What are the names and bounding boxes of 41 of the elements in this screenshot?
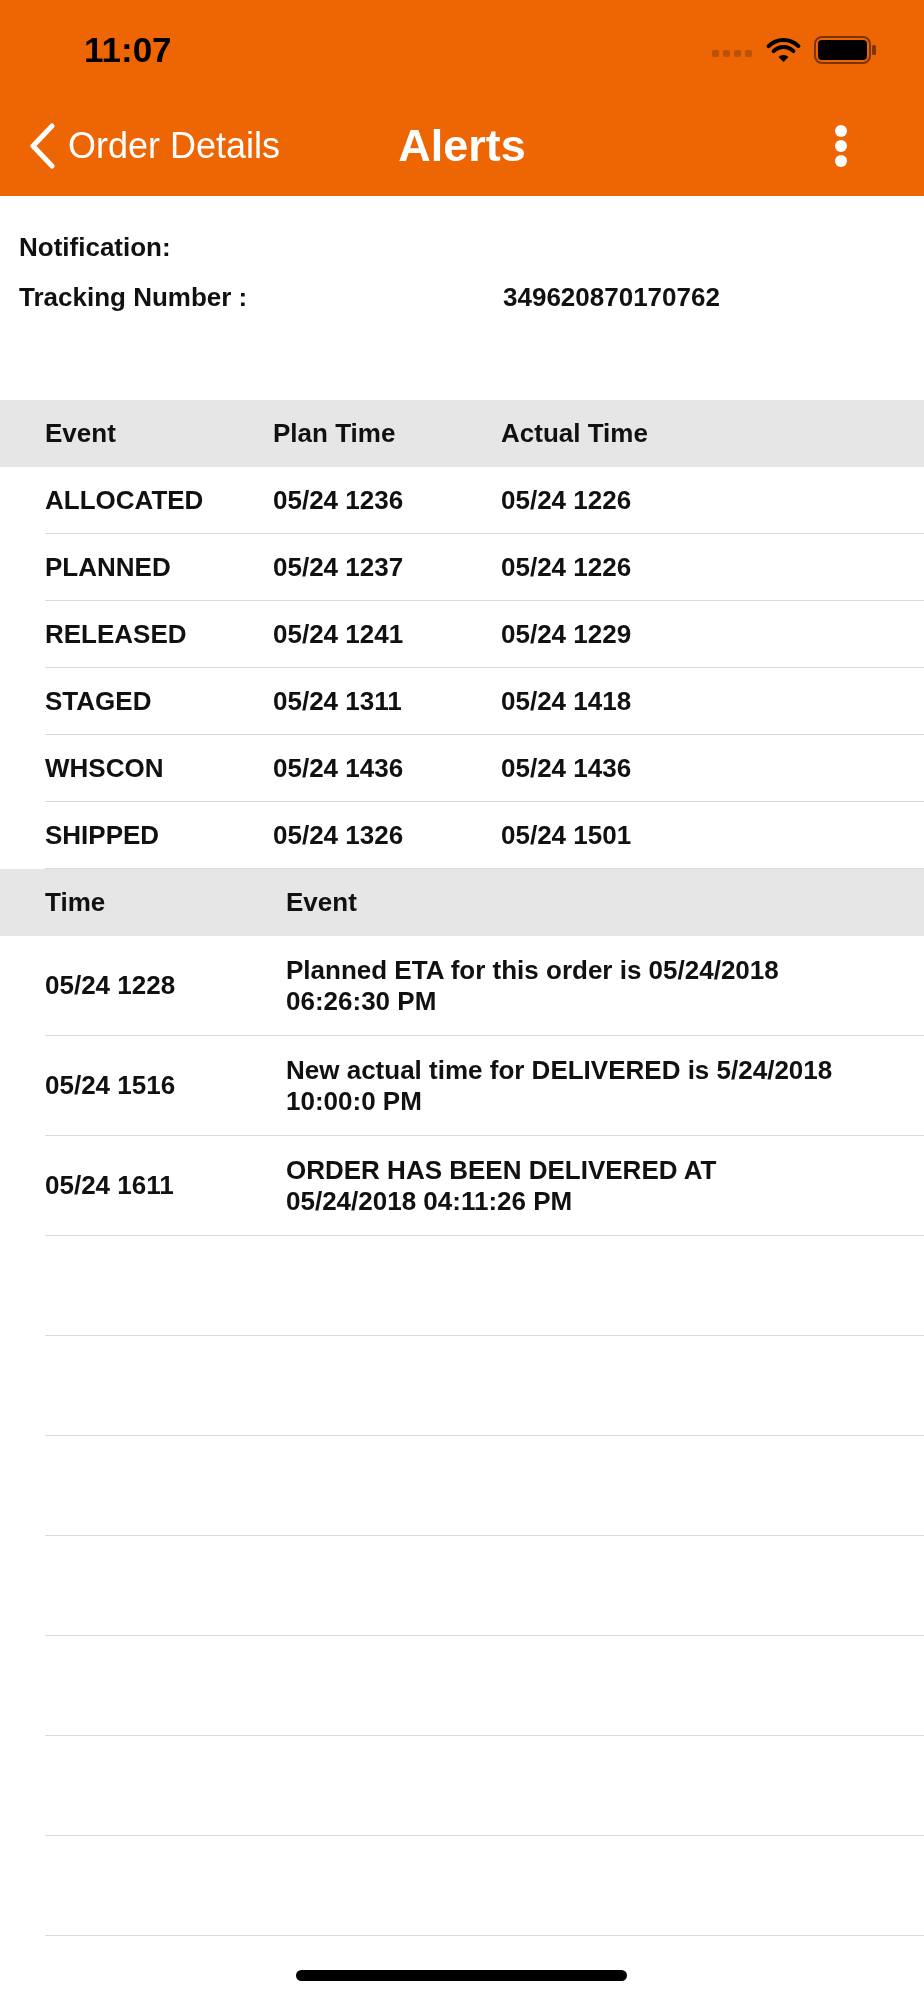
chevron-left-icon xyxy=(28,122,56,169)
status-time: 11:07 xyxy=(84,29,172,70)
back-button[interactable]: Order Details xyxy=(0,122,281,169)
table-cell: 05/24 1237 xyxy=(273,551,404,583)
table-cell: RELEASED xyxy=(45,618,187,650)
table-cell: 05/24 1228 xyxy=(45,970,176,1001)
signal-icon xyxy=(712,50,752,57)
table-cell: 05/24 1436 xyxy=(273,752,404,784)
table-cell: 05/24 1241 xyxy=(273,618,404,650)
more-button[interactable] xyxy=(834,123,848,168)
detail-label: Tracking Number : xyxy=(19,281,248,313)
table-cell: STAGED xyxy=(45,685,152,717)
table-cell: 05/24 1516 xyxy=(45,1070,176,1101)
table-cell-text: Planned ETA for this order is 05/24/2018 06:26:30 PM xyxy=(286,954,780,1017)
table-cell: 05/24 1611 xyxy=(45,1170,174,1201)
table-cell: SHIPPED xyxy=(45,819,160,851)
column-header: Event xyxy=(286,887,357,918)
table-cell: WHSCON xyxy=(45,752,164,784)
detail-value: 349620870170762 xyxy=(503,281,720,313)
page-title: Alerts xyxy=(398,118,526,173)
column-header: Actual Time xyxy=(501,418,648,449)
column-header: Plan Time xyxy=(273,418,396,449)
table-cell: PLANNED xyxy=(45,551,171,583)
table-cell: 05/24 1226 xyxy=(501,551,632,583)
column-header: Time xyxy=(45,887,106,918)
table-cell: New actual time for DELIVERED is 5/24/2018 10:00:0 PM xyxy=(286,1054,834,1117)
wifi-icon xyxy=(765,36,802,63)
table-cell-text: ORDER HAS BEEN DELIVERED AT 05/24/2018 04:11:26 PM xyxy=(286,1154,718,1217)
table-cell: 05/24 1436 xyxy=(501,752,632,784)
table-cell: 05/24 1226 xyxy=(501,484,632,516)
table-cell: ALLOCATED xyxy=(45,484,204,516)
detail-label: Notification: xyxy=(19,231,171,263)
column-header: Event xyxy=(45,418,116,449)
battery-icon xyxy=(814,35,876,64)
table-cell: 05/24 1501 xyxy=(501,819,632,851)
table-cell: 05/24 1326 xyxy=(273,819,404,851)
vertical-dots-icon xyxy=(834,123,848,168)
table-cell: 05/24 1311 xyxy=(273,685,402,717)
table-cell: 05/24 1229 xyxy=(501,618,632,650)
table-cell: 05/24 1236 xyxy=(273,484,404,516)
table-cell: 05/24 1418 xyxy=(501,685,632,717)
